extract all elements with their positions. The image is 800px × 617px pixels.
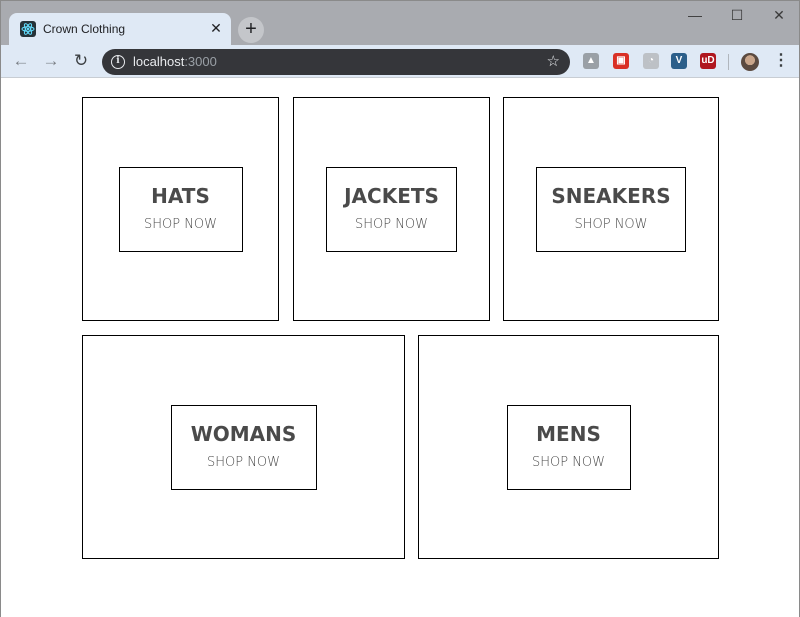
menu-item-mens[interactable]: MENS SHOP NOW [418,335,719,559]
title-bar: Crown Clothing ✕ + — ☐ ✕ [1,1,799,45]
maximize-icon[interactable]: ☐ [723,5,751,25]
react-favicon-icon [20,21,36,37]
menu-item-content: WOMANS SHOP NOW [170,404,317,490]
address-bar[interactable]: i localhost:3000 ☆ [102,49,570,75]
browser-menu-icon[interactable]: ⋮ [773,51,789,71]
menu-item-sneakers[interactable]: SNEAKERS SHOP NOW [503,97,719,321]
shop-now-link[interactable]: SHOP NOW [532,454,605,472]
menu-item-content: HATS SHOP NOW [118,166,243,252]
browser-toolbar: ← → ↻ i localhost:3000 ☆ ▲ ▣ ◔ VuD ⋮ [1,45,799,78]
menu-item-content: JACKETS SHOP NOW [326,166,457,252]
ghost-extension-icon[interactable]: ◔ [643,53,659,69]
menu-item-womans[interactable]: WOMANS SHOP NOW [82,335,405,559]
back-icon[interactable]: ← [11,51,31,71]
forward-icon[interactable]: → [41,51,61,71]
toolbar-separator [728,54,729,70]
tab-close-icon[interactable]: ✕ [208,20,224,36]
tab-title: Crown Clothing [43,22,126,36]
menu-item-jackets[interactable]: JACKETS SHOP NOW [293,97,490,321]
menu-item-title: SNEAKERS [551,184,671,208]
browser-window: Crown Clothing ✕ + — ☐ ✕ ← → ↻ i localho… [0,0,800,617]
shop-now-link[interactable]: SHOP NOW [144,216,217,234]
shop-now-link[interactable]: SHOP NOW [355,216,428,234]
url-host: localhost [133,54,185,69]
minimize-icon[interactable]: — [681,5,709,25]
reload-icon[interactable]: ↻ [71,51,91,71]
directory-menu: HATS SHOP NOW JACKETS SHOP NOW SNEAKERS … [1,79,799,617]
vue-devtools-icon[interactable]: V [671,53,687,69]
menu-item-content: SNEAKERS SHOP NOW [536,166,686,252]
url-text: localhost:3000 [133,54,217,70]
ublock-icon[interactable]: uD [700,53,716,69]
menu-item-title: JACKETS [344,184,439,208]
url-port: :3000 [184,54,217,69]
menu-item-title: HATS [151,184,210,208]
browser-tab[interactable]: Crown Clothing ✕ [9,13,231,45]
red-extension-icon[interactable]: ▣ [613,53,629,69]
new-tab-button[interactable]: + [238,17,264,43]
shop-now-link[interactable]: SHOP NOW [574,216,647,234]
profile-avatar[interactable] [741,53,759,71]
menu-item-title: WOMANS [190,422,297,446]
shop-now-link[interactable]: SHOP NOW [207,454,280,472]
menu-item-hats[interactable]: HATS SHOP NOW [82,97,279,321]
menu-item-title: MENS [536,422,601,446]
close-window-icon[interactable]: ✕ [765,5,793,25]
info-icon[interactable]: i [111,55,125,69]
menu-item-content: MENS SHOP NOW [506,404,631,490]
bookmark-star-icon[interactable]: ☆ [547,53,560,71]
google-drive-icon[interactable]: ▲ [583,53,599,69]
